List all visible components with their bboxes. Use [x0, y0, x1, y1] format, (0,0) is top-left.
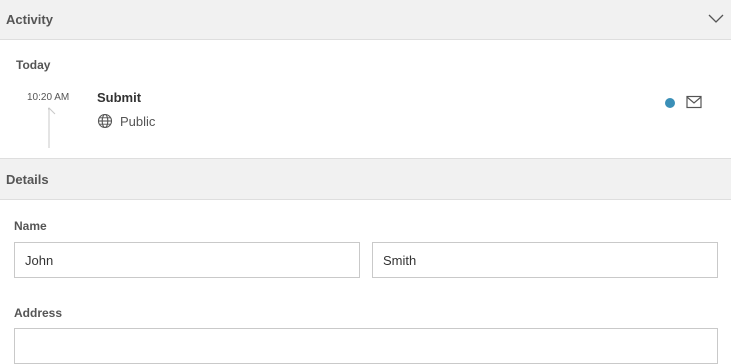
- day-label: Today: [16, 58, 51, 72]
- first-name-input[interactable]: [14, 242, 360, 278]
- entry-time: 10:20 AM: [27, 92, 70, 103]
- mail-icon[interactable]: [686, 95, 702, 109]
- details-title: Details: [6, 171, 49, 187]
- globe-icon: [97, 113, 113, 129]
- activity-title: Activity: [6, 12, 53, 27]
- chevron-down-icon[interactable]: [708, 12, 724, 24]
- status-dot: [665, 98, 675, 108]
- visibility-label: Public: [120, 114, 156, 129]
- entry-title[interactable]: Submit: [97, 90, 141, 105]
- activity-section-header[interactable]: Activity: [0, 0, 731, 40]
- address-label: Address: [14, 306, 63, 320]
- address-input[interactable]: [14, 328, 718, 364]
- activity-panel: Today 10:20 AM Submit Public: [0, 40, 731, 158]
- timeline-arrow-icon: [48, 107, 56, 148]
- last-name-input[interactable]: [372, 242, 718, 278]
- name-label: Name: [14, 219, 47, 233]
- details-section-header[interactable]: Details: [0, 158, 731, 200]
